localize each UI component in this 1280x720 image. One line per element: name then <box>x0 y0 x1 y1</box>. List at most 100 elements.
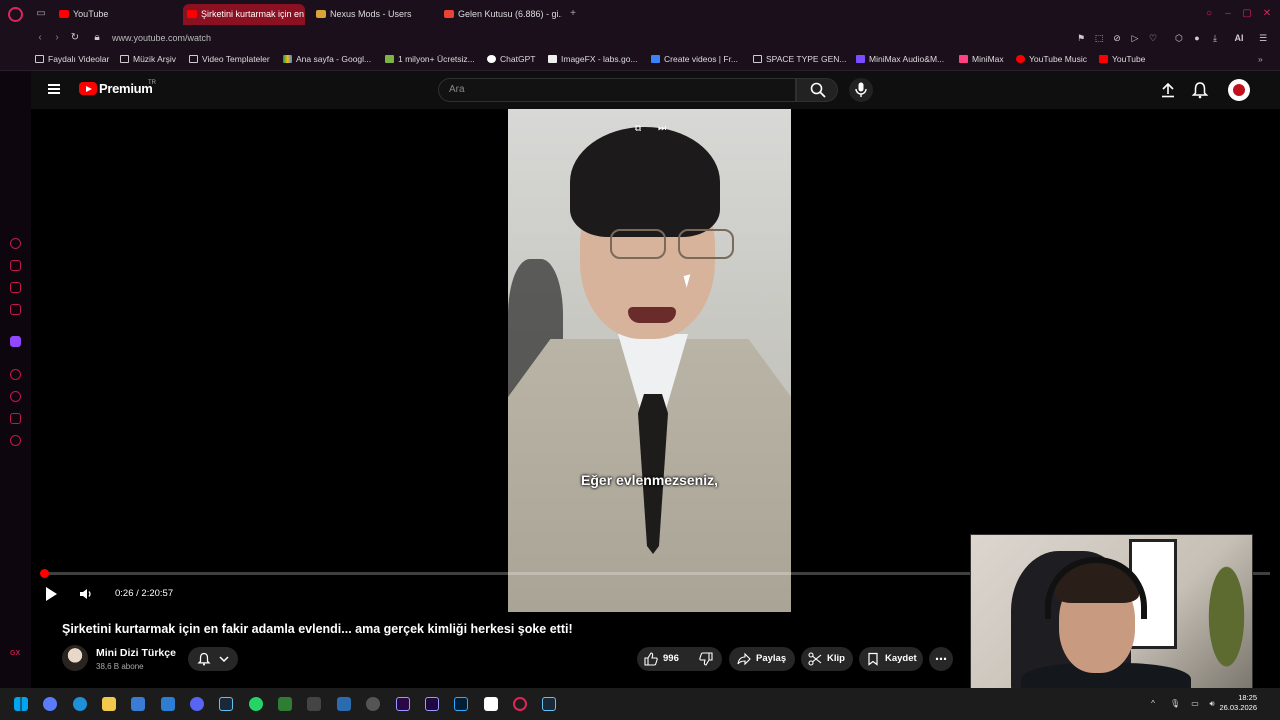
bookmark-icon[interactable]: ⚑ <box>1075 32 1087 44</box>
search-input[interactable]: Ara <box>438 78 796 102</box>
tray-chevron-icon[interactable]: ^ <box>1148 699 1158 709</box>
app-icon[interactable] <box>337 697 351 711</box>
clip-button[interactable]: Klip <box>801 647 853 671</box>
messenger-sidebar-icon[interactable] <box>10 260 21 271</box>
steam-taskbar-icon[interactable] <box>542 697 556 711</box>
adblock-icon[interactable]: ⊘ <box>1111 32 1123 44</box>
minimize-icon[interactable]: – <box>1222 8 1234 20</box>
tab-youtube[interactable]: YouTube <box>55 4 180 25</box>
bookmarks-sidebar-icon[interactable] <box>10 413 21 424</box>
volume-tray-icon[interactable]: 🔊︎ <box>1207 699 1217 709</box>
channel-name[interactable]: Mini Dizi Türkçe <box>96 647 176 659</box>
steam-icon[interactable] <box>219 697 233 711</box>
bookmarks-overflow-icon[interactable]: » <box>1258 53 1263 65</box>
account-avatar[interactable] <box>1228 79 1250 101</box>
bookmark-item[interactable]: Ana sayfa - Googl... <box>283 53 371 65</box>
menu-icon[interactable]: ☰ <box>1257 32 1269 44</box>
like-count[interactable]: 996 <box>663 647 679 671</box>
opera-logo-icon[interactable] <box>8 7 23 22</box>
app-icon[interactable] <box>307 697 321 711</box>
bookmark-item[interactable]: SPACE TYPE GEN... <box>753 53 846 65</box>
settings-sidebar-icon[interactable] <box>10 435 21 446</box>
player-icon[interactable]: ▷ <box>1129 32 1141 44</box>
youtube-logo-icon[interactable] <box>79 82 97 95</box>
network-tray-icon[interactable]: ▭ <box>1190 699 1200 709</box>
new-tab-plus-icon[interactable]: + <box>567 8 579 20</box>
photoshop-icon[interactable] <box>454 697 468 711</box>
maximize-icon[interactable]: ▢ <box>1241 8 1253 20</box>
tab-gmail[interactable]: Gelen Kutusu (6.886) - gi... <box>440 4 562 25</box>
imagefx-icon <box>548 55 557 63</box>
miniplayer-icon[interactable]: ⧉ <box>631 122 645 134</box>
forward-arrow-icon[interactable]: › <box>50 31 64 45</box>
more-actions-button[interactable]: ⋯ <box>929 647 953 671</box>
bookmark-item[interactable]: ChatGPT <box>487 53 535 65</box>
play-icon[interactable] <box>46 587 57 601</box>
file-explorer-icon[interactable] <box>102 697 116 711</box>
history-sidebar-icon[interactable] <box>10 391 21 402</box>
snapshot-icon[interactable]: ⬚ <box>1093 32 1105 44</box>
bookmark-folder[interactable]: Faydalı Videolar <box>35 53 109 65</box>
bookmark-item[interactable]: ImageFX - labs.go... <box>548 53 638 65</box>
progress-scrubber[interactable] <box>40 569 50 578</box>
after-effects-icon[interactable] <box>425 697 439 711</box>
search-button[interactable] <box>796 78 838 102</box>
gx-sidebar-icon[interactable]: GX <box>10 650 21 661</box>
edge-icon[interactable] <box>73 697 87 711</box>
outlook-icon[interactable] <box>161 697 175 711</box>
like-thumb-icon[interactable] <box>644 652 658 666</box>
heart-icon[interactable]: ♡ <box>1147 32 1159 44</box>
youtube-premium-wordmark[interactable]: Premium <box>99 81 153 96</box>
channel-avatar[interactable] <box>62 645 88 671</box>
tab-nexus-mods[interactable]: Nexus Mods - Users <box>312 4 437 25</box>
bookmark-item[interactable]: YouTube <box>1099 53 1145 65</box>
extensions-icon[interactable]: ⬡ <box>1173 32 1185 44</box>
aria-sidebar-icon[interactable] <box>10 238 21 249</box>
reload-icon[interactable]: ↻ <box>68 31 82 45</box>
microphone-tray-icon[interactable]: 🎙︎ <box>1170 699 1180 709</box>
back-arrow-icon[interactable]: ‹ <box>33 31 47 45</box>
save-button[interactable]: Kaydet <box>859 647 923 671</box>
share-button[interactable]: Paylaş <box>729 647 795 671</box>
notifications-bell-icon[interactable] <box>1191 81 1209 99</box>
tab-current-video[interactable]: Şirketini kurtarmak için en <box>183 4 305 25</box>
premiere-pro-icon[interactable] <box>396 697 410 711</box>
upload-icon[interactable] <box>1159 81 1177 99</box>
bookmark-folder[interactable]: Müzik Arşiv <box>120 53 176 65</box>
music-sidebar-icon[interactable] <box>10 369 21 380</box>
windows-start-icon[interactable] <box>14 697 28 711</box>
close-icon[interactable]: ✕ <box>1261 8 1273 20</box>
system-clock[interactable]: 18:25 26.03.2026 <box>1219 693 1257 713</box>
bookmark-item[interactable]: Create videos | Fr... <box>651 53 738 65</box>
guide-menu-icon[interactable] <box>48 84 60 94</box>
whatsapp-icon[interactable] <box>249 697 263 711</box>
bookmark-item[interactable]: 1 milyon+ Ücretsiz... <box>385 53 475 65</box>
download-icon[interactable]: ⤓ <box>1209 32 1221 44</box>
bookmark-item[interactable]: MiniMax <box>959 53 1004 65</box>
aria-ai-button[interactable]: AI <box>1229 32 1249 44</box>
whatsapp-sidebar-icon[interactable] <box>10 282 21 293</box>
subscription-bell-button[interactable] <box>188 647 238 671</box>
bookmark-folder[interactable]: Video Templateler <box>189 53 270 65</box>
store-icon[interactable] <box>131 697 145 711</box>
telegram-sidebar-icon[interactable] <box>10 304 21 315</box>
search-tabs-icon[interactable]: ○ <box>1203 8 1215 20</box>
app-icon[interactable] <box>366 697 380 711</box>
capcut-icon[interactable] <box>484 697 498 711</box>
video-frame[interactable]: ⧉ ⏭︎ Eğer evlenmezseniz, <box>508 109 791 612</box>
twitch-sidebar-icon[interactable] <box>10 336 21 347</box>
profile-icon[interactable]: ● <box>1191 32 1203 44</box>
next-video-icon[interactable]: ⏭︎ <box>655 122 669 134</box>
video-glasses <box>586 229 734 259</box>
dislike-thumb-icon[interactable] <box>699 652 713 666</box>
app-icon[interactable] <box>278 697 292 711</box>
tab-islands-icon[interactable]: ▭ <box>35 8 47 20</box>
copilot-icon[interactable] <box>43 697 57 711</box>
bookmark-item[interactable]: YouTube Music <box>1016 53 1087 65</box>
discord-icon[interactable] <box>190 697 204 711</box>
url-field[interactable]: www.youtube.com/watch <box>112 31 211 45</box>
voice-search-button[interactable] <box>849 78 873 102</box>
bookmark-item[interactable]: MiniMax Audio&M... <box>856 53 944 65</box>
volume-icon[interactable] <box>79 587 93 601</box>
opera-gx-taskbar-icon[interactable] <box>513 697 527 711</box>
